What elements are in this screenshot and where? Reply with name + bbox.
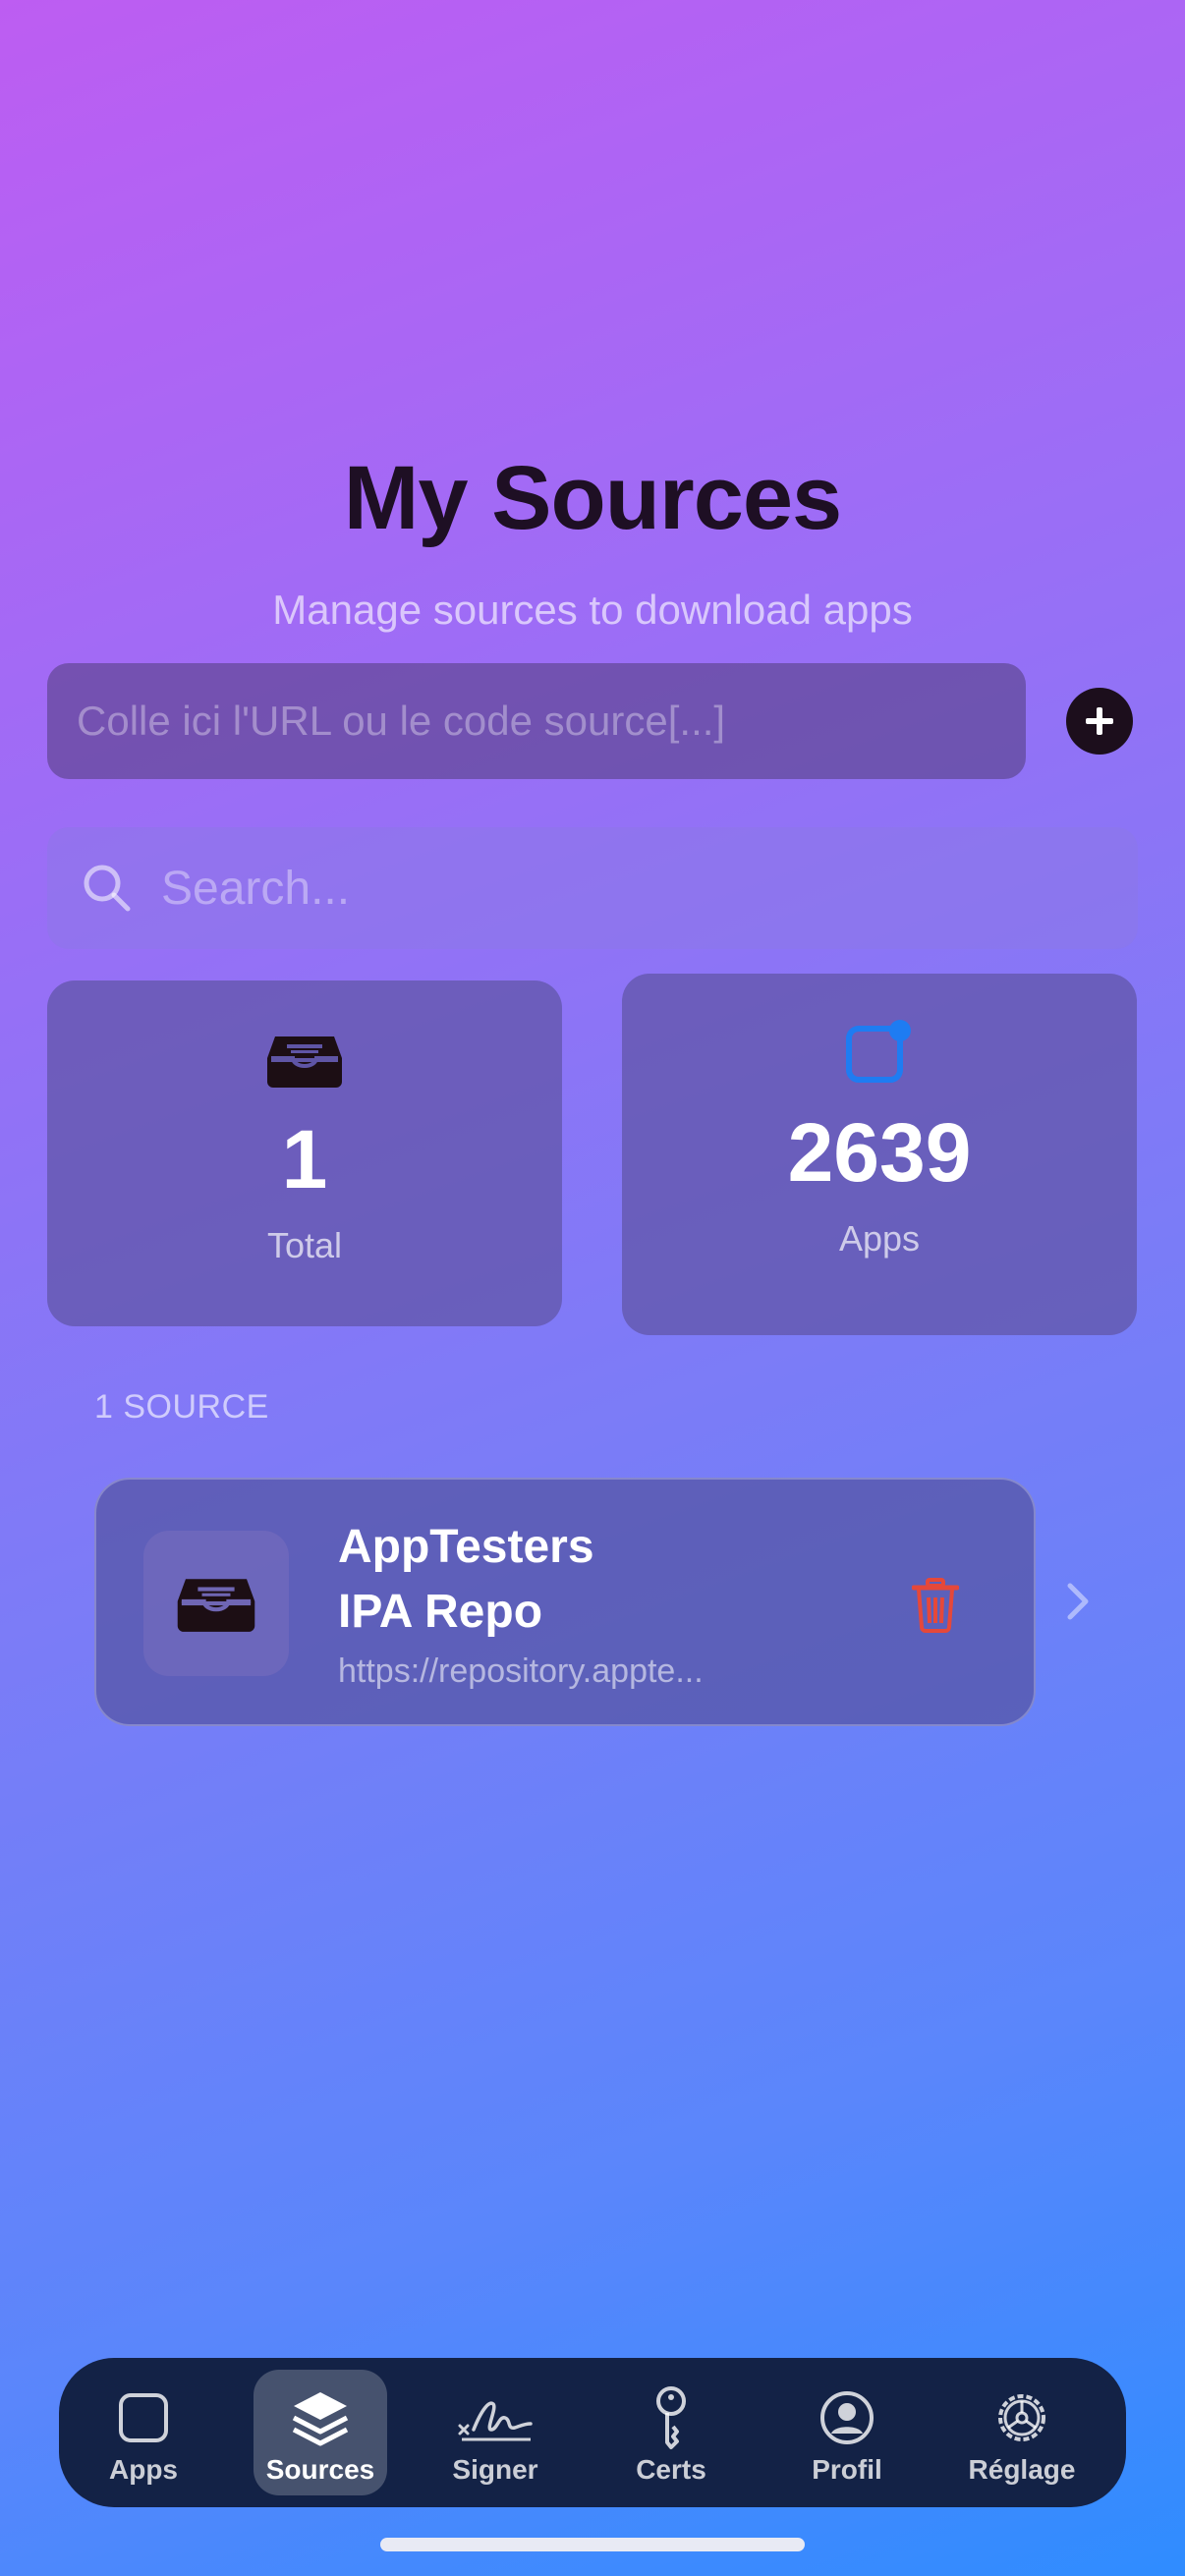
source-name-line1: AppTesters <box>338 1521 594 1573</box>
key-icon <box>649 2386 693 2449</box>
trash-icon <box>911 1578 960 1633</box>
source-url-input[interactable]: Colle ici l'URL ou le code source[...] <box>47 663 1026 779</box>
app-square-icon <box>117 2387 170 2448</box>
tray-icon <box>177 1579 255 1632</box>
tab-profil[interactable]: Profil <box>780 2370 914 2495</box>
app-badge-icon <box>845 1020 914 1084</box>
tab-bar: Apps Sources Signer Certs Profil Réglage <box>59 2358 1126 2507</box>
section-header: 1 SOURCE <box>94 1388 269 1426</box>
tab-label: Signer <box>452 2454 538 2485</box>
plus-icon <box>1086 707 1113 735</box>
tab-label: Sources <box>265 2454 375 2485</box>
tab-label: Apps <box>109 2454 178 2485</box>
apps-value: 2639 <box>787 1106 972 1199</box>
search-input[interactable]: Search... <box>47 827 1138 949</box>
page-subtitle: Manage sources to download apps <box>272 587 913 633</box>
source-icon-box <box>143 1531 289 1676</box>
chevron-right-icon[interactable] <box>1065 1582 1091 1626</box>
add-source-button[interactable] <box>1066 688 1133 755</box>
page-title: My Sources <box>343 448 842 548</box>
tray-icon <box>265 1030 344 1091</box>
search-placeholder: Search... <box>161 862 351 915</box>
source-name-line2: IPA Repo <box>338 1586 543 1638</box>
source-url: https://repository.appte... <box>338 1652 704 1690</box>
tab-sources[interactable]: Sources <box>254 2370 387 2495</box>
signature-icon <box>456 2387 535 2448</box>
total-value: 1 <box>281 1113 328 1205</box>
stat-card-apps: 2639 Apps <box>622 974 1137 1335</box>
tab-label: Certs <box>636 2454 706 2485</box>
gear-icon <box>992 2387 1051 2448</box>
person-circle-icon <box>818 2387 875 2448</box>
total-label: Total <box>266 1225 343 1265</box>
delete-source-button[interactable] <box>911 1578 960 1638</box>
stack-icon <box>290 2387 351 2448</box>
home-indicator <box>380 2538 805 2551</box>
source-name: AppTesters IPA Repo <box>338 1515 672 1645</box>
search-icon <box>84 865 131 912</box>
tab-label: Profil <box>812 2454 882 2485</box>
tab-certs[interactable]: Certs <box>604 2370 738 2495</box>
tab-label: Réglage <box>968 2454 1076 2485</box>
stat-card-total: 1 Total <box>47 980 562 1326</box>
tab-reglage[interactable]: Réglage <box>955 2370 1089 2495</box>
tab-signer[interactable]: Signer <box>428 2370 562 2495</box>
apps-label: Apps <box>838 1218 921 1259</box>
source-card[interactable]: AppTesters IPA Repo https://repository.a… <box>94 1478 1036 1726</box>
tab-apps[interactable]: Apps <box>77 2370 210 2495</box>
